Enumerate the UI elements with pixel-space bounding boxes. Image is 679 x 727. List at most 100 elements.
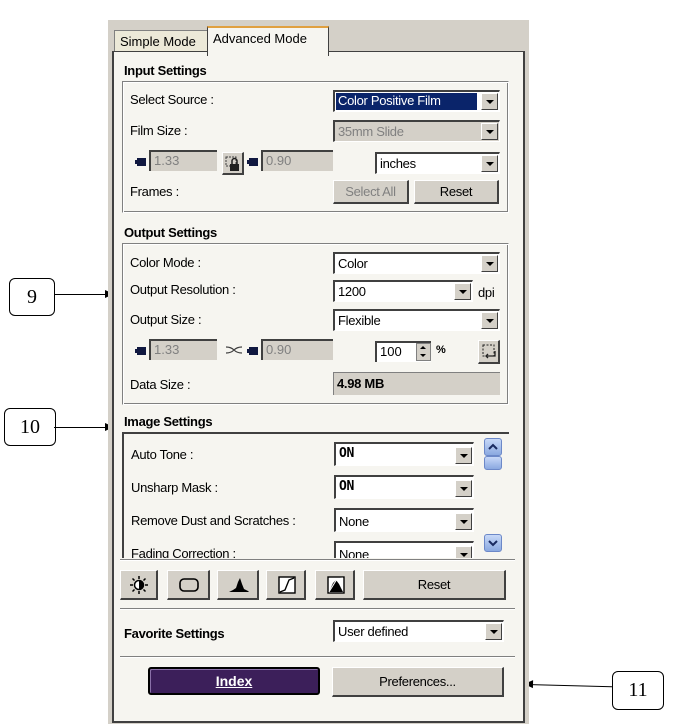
select-source-dropdown[interactable]: Color Positive Film	[333, 90, 500, 112]
scale-spinner[interactable]	[416, 343, 431, 361]
tab-advanced-mode[interactable]: Advanced Mode	[207, 26, 329, 56]
unsharp-mask-value: ON	[339, 479, 355, 494]
height-icon	[247, 156, 259, 166]
brightness-icon	[130, 576, 148, 594]
scan-settings-panel: Simple Mode Advanced Mode Input Settings…	[108, 20, 529, 724]
input-width-field[interactable]: 1.33	[149, 150, 217, 171]
separator	[120, 656, 515, 658]
image-settings-title: Image Settings	[124, 414, 213, 429]
annotation-10: 10	[4, 408, 56, 446]
rotate-frame-button[interactable]	[478, 340, 500, 364]
favorite-settings-value: User defined	[338, 624, 409, 639]
annotation-9: 9	[9, 278, 55, 316]
input-settings-title: Input Settings	[124, 63, 207, 78]
scroll-thumb[interactable]	[484, 456, 502, 470]
histogram-button[interactable]	[217, 570, 259, 600]
chevron-down-icon[interactable]	[455, 480, 472, 497]
film-size-value: 35mm Slide	[338, 124, 404, 139]
chevron-down-icon[interactable]	[454, 283, 471, 300]
auto-tone-value: ON	[339, 446, 355, 461]
histogram-curve-icon	[327, 576, 345, 594]
auto-tone-dropdown[interactable]: ON	[334, 442, 474, 466]
data-size-value: 4.98 MB	[333, 372, 500, 395]
chevron-down-icon[interactable]	[455, 513, 472, 530]
output-resolution-value: 1200	[338, 284, 366, 299]
annotation-number: 9	[27, 286, 37, 308]
frame-button[interactable]	[167, 570, 210, 600]
tab-simple-mode[interactable]: Simple Mode	[114, 30, 214, 53]
frame-icon	[179, 578, 199, 592]
chevron-down-icon[interactable]	[481, 155, 498, 172]
chevron-down-icon[interactable]	[481, 255, 498, 272]
output-size-dropdown[interactable]: Flexible	[333, 309, 500, 331]
chevron-down-icon[interactable]	[485, 623, 502, 640]
film-size-dropdown[interactable]: 35mm Slide	[333, 120, 500, 142]
favorite-settings-title: Favorite Settings	[124, 626, 225, 641]
input-settings-group: Select Source : Color Positive Film Film…	[122, 81, 509, 213]
color-mode-value: Color	[338, 256, 368, 271]
lock-icon	[225, 156, 239, 171]
color-mode-dropdown[interactable]: Color	[333, 252, 500, 274]
frames-label: Frames :	[130, 184, 179, 199]
annotation-number: 10	[20, 416, 40, 438]
remove-dust-dropdown[interactable]: None	[334, 508, 474, 532]
output-size-value: Flexible	[338, 313, 381, 328]
image-tools-toolbar: Reset	[120, 570, 515, 600]
unsharp-mask-dropdown[interactable]: ON	[334, 475, 474, 499]
dpi-unit-label: dpi	[478, 285, 495, 300]
chevron-down-icon[interactable]	[455, 546, 472, 558]
tone-curve-icon	[278, 576, 296, 594]
image-settings-reset-button[interactable]: Reset	[363, 570, 506, 600]
chevron-up-icon	[488, 443, 498, 450]
chevron-down-icon[interactable]	[481, 93, 498, 110]
unsharp-mask-label: Unsharp Mask :	[131, 480, 218, 495]
select-source-value: Color Positive Film	[336, 93, 477, 110]
index-button[interactable]: Index	[148, 667, 320, 695]
fading-correction-dropdown[interactable]: None	[334, 541, 474, 558]
separator	[120, 608, 515, 610]
annotation-10-arrow	[54, 423, 114, 431]
output-size-label: Output Size :	[130, 312, 202, 327]
units-value: inches	[380, 156, 416, 171]
spin-down-icon[interactable]	[420, 354, 426, 357]
input-height-field[interactable]: 0.90	[261, 150, 333, 171]
chevron-down-icon[interactable]	[481, 123, 498, 140]
chevron-down-icon	[488, 540, 498, 547]
favorite-settings-dropdown[interactable]: User defined	[333, 620, 504, 642]
width-icon	[135, 345, 147, 355]
color-mode-label: Color Mode :	[130, 255, 201, 270]
preferences-button[interactable]: Preferences...	[332, 667, 504, 697]
chevron-down-icon[interactable]	[481, 312, 498, 329]
output-settings-title: Output Settings	[124, 225, 217, 240]
chevron-down-icon[interactable]	[455, 447, 472, 464]
brightness-button[interactable]	[120, 570, 158, 600]
annotation-11: 11	[612, 671, 664, 710]
remove-dust-value: None	[339, 514, 369, 529]
remove-dust-label: Remove Dust and Scratches :	[131, 513, 296, 528]
output-settings-group: Color Mode : Color Output Resolution : 1…	[122, 243, 509, 405]
tone-curve-button[interactable]	[266, 570, 306, 600]
input-reset-button[interactable]: Reset	[414, 180, 499, 204]
output-width-field[interactable]: 1.33	[149, 339, 217, 360]
annotation-number: 11	[628, 679, 648, 701]
advanced-mode-body: Input Settings Select Source : Color Pos…	[112, 51, 525, 723]
lock-aspect-button[interactable]	[222, 152, 244, 175]
output-resolution-label: Output Resolution :	[130, 282, 236, 297]
data-size-label: Data Size :	[130, 377, 191, 392]
link-ratio-icon	[225, 346, 243, 354]
histogram-icon	[229, 578, 249, 592]
width-icon	[135, 156, 147, 166]
histogram-curve-button[interactable]	[315, 570, 355, 600]
select-all-button[interactable]: Select All	[333, 180, 409, 204]
output-resolution-dropdown[interactable]: 1200	[333, 280, 473, 302]
image-settings-scrollbar[interactable]	[484, 438, 504, 552]
units-dropdown[interactable]: inches	[375, 152, 500, 174]
spin-up-icon[interactable]	[420, 346, 426, 349]
output-height-field[interactable]: 0.90	[261, 339, 333, 360]
scroll-down-button[interactable]	[484, 534, 502, 552]
index-button-label: Index	[215, 673, 253, 689]
select-source-label: Select Source :	[130, 92, 214, 107]
percent-unit-label: %	[436, 344, 446, 356]
scroll-up-button[interactable]	[484, 438, 502, 456]
separator	[120, 559, 515, 561]
